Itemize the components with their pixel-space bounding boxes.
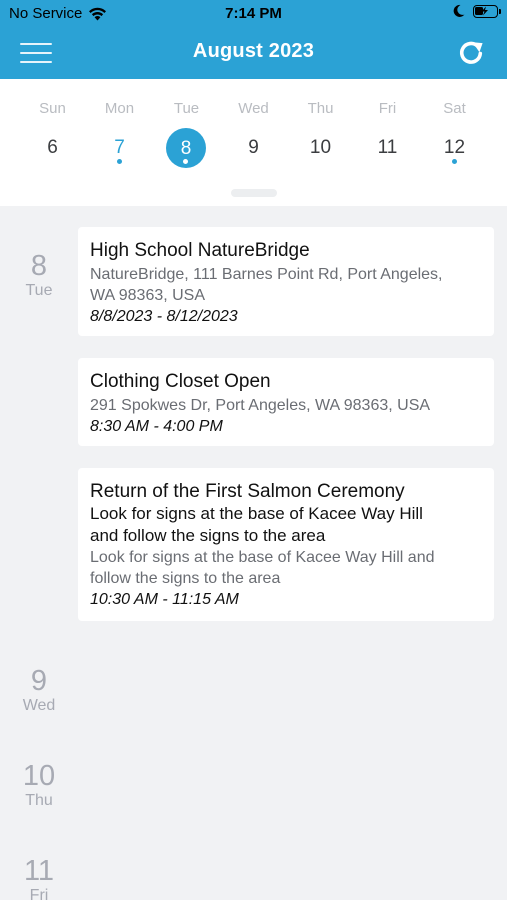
event-title: Return of the First Salmon Ceremony bbox=[90, 481, 405, 502]
battery-charging-icon bbox=[473, 4, 501, 18]
agenda-day-number: 11 bbox=[23, 855, 55, 887]
nav-bar: August 2023 bbox=[0, 28, 507, 79]
event-address: NatureBridge, 111 Barnes Point Rd, Port … bbox=[90, 266, 443, 283]
refresh-icon[interactable] bbox=[455, 38, 487, 68]
week-day-label: Wed bbox=[238, 100, 269, 117]
event-title: Clothing Closet Open bbox=[90, 371, 271, 392]
event-card[interactable]: High School NatureBridge NatureBridge, 1… bbox=[78, 227, 494, 336]
event-indicator-dot bbox=[117, 159, 122, 164]
week-day-number: 11 bbox=[377, 137, 398, 158]
week-day-sun[interactable]: Sun 6 bbox=[19, 79, 86, 189]
agenda-day-weekday: Thu bbox=[25, 792, 53, 809]
event-address: Look for signs at the base of Kacee Way … bbox=[90, 549, 435, 566]
event-subtitle: and follow the signs to the area bbox=[90, 526, 326, 545]
agenda-day-weekday: Fri bbox=[29, 887, 49, 900]
week-day-number: 8 bbox=[180, 138, 192, 159]
week-day-number: 9 bbox=[248, 137, 259, 158]
agenda-day-number: 8 bbox=[30, 250, 48, 282]
week-day-number: 12 bbox=[443, 137, 466, 158]
week-day-number: 7 bbox=[114, 137, 125, 158]
selected-day-circle: 8 bbox=[166, 128, 206, 168]
week-day-number: 6 bbox=[47, 137, 58, 158]
status-time: 7:14 PM bbox=[225, 5, 282, 22]
week-day-label: Fri bbox=[378, 100, 397, 117]
event-card[interactable]: Clothing Closet Open 291 Spokwes Dr, Por… bbox=[78, 358, 494, 446]
week-day-label: Sun bbox=[39, 100, 66, 117]
event-indicator-dot bbox=[183, 159, 188, 164]
event-indicator-dot bbox=[452, 159, 457, 164]
agenda-day-weekday: Wed bbox=[22, 697, 56, 714]
week-day-mon[interactable]: Mon 7 bbox=[86, 79, 153, 189]
event-subtitle: Look for signs at the base of Kacee Way … bbox=[90, 504, 423, 523]
calendar-app: No Service 7:14 PM August 2023 Sun 6 Mon… bbox=[0, 0, 507, 900]
event-address: 291 Spokwes Dr, Port Angeles, WA 98363, … bbox=[90, 397, 431, 414]
week-day-number: 10 bbox=[309, 137, 332, 158]
agenda-day-11: 11 Fri bbox=[0, 856, 78, 900]
agenda-day-8: 8 Tue bbox=[0, 251, 78, 300]
status-bar: No Service 7:14 PM bbox=[0, 0, 507, 28]
event-card[interactable]: Return of the First Salmon Ceremony Look… bbox=[78, 468, 494, 621]
agenda-day-number: 10 bbox=[22, 760, 56, 792]
week-day-wed[interactable]: Wed 9 bbox=[220, 79, 287, 189]
week-day-fri[interactable]: Fri 11 bbox=[354, 79, 421, 189]
week-strip: Sun 6 Mon 7 Tue 8 Wed 9 Thu 10 Fri 11 Sa… bbox=[0, 79, 507, 206]
top-bar: No Service 7:14 PM August 2023 bbox=[0, 0, 507, 79]
agenda-day-weekday: Tue bbox=[25, 282, 53, 299]
agenda-day-10: 10 Thu bbox=[0, 761, 78, 810]
event-time: 8:30 AM - 4:00 PM bbox=[90, 418, 223, 435]
drag-handle[interactable] bbox=[231, 189, 277, 197]
event-address: follow the signs to the area bbox=[90, 570, 281, 587]
week-day-label: Tue bbox=[173, 100, 200, 117]
agenda-day-9: 9 Wed bbox=[0, 666, 78, 715]
week-day-label: Mon bbox=[104, 100, 135, 117]
week-day-thu[interactable]: Thu 10 bbox=[287, 79, 354, 189]
event-title: High School NatureBridge bbox=[90, 240, 310, 261]
event-time: 8/8/2023 - 8/12/2023 bbox=[90, 308, 238, 325]
event-time: 10:30 AM - 11:15 AM bbox=[90, 591, 239, 608]
moon-icon bbox=[453, 4, 465, 17]
event-address: WA 98363, USA bbox=[90, 287, 206, 304]
week-day-tue-selected[interactable]: Tue 8 bbox=[153, 79, 220, 189]
month-title: August 2023 bbox=[192, 40, 315, 62]
week-day-label: Thu bbox=[307, 100, 334, 117]
week-day-label: Sat bbox=[443, 100, 466, 117]
agenda-day-number: 9 bbox=[30, 665, 48, 697]
status-icons bbox=[452, 4, 501, 18]
week-day-sat[interactable]: Sat 12 bbox=[421, 79, 488, 189]
